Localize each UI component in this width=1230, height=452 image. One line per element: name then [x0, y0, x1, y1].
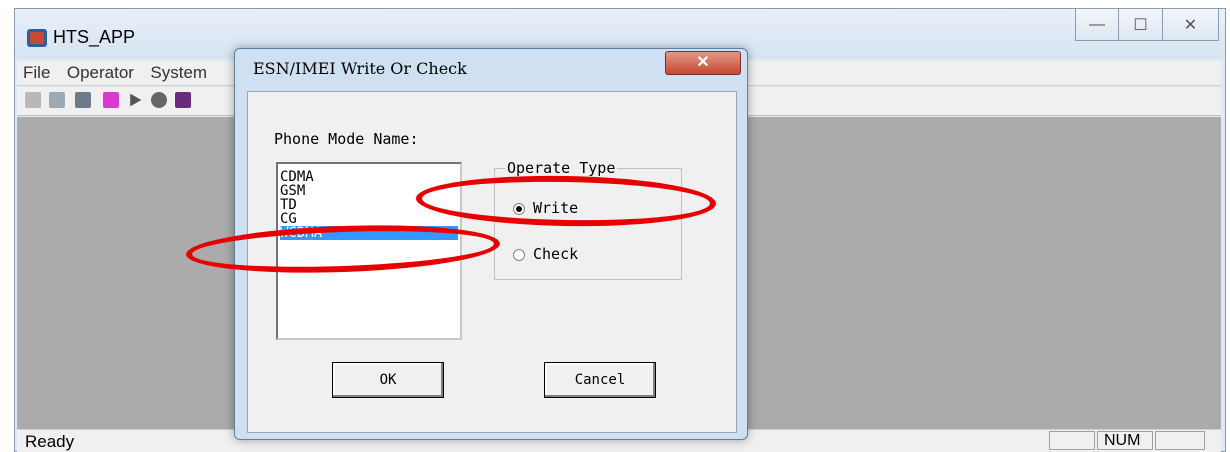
maximize-button[interactable]: ☐ [1119, 9, 1163, 41]
list-item-td[interactable]: TD [280, 198, 297, 212]
status-cell-empty-2 [1155, 431, 1205, 450]
list-item-cg[interactable]: CG [280, 212, 297, 224]
ok-button[interactable]: OK [332, 362, 444, 398]
status-cell-empty [1049, 431, 1095, 450]
save-icon[interactable] [75, 92, 91, 108]
app-title: HTS_APP [53, 27, 136, 47]
status-text: Ready [25, 432, 75, 451]
operate-type-title: Operate Type [505, 159, 618, 177]
list-item-gsm[interactable]: GSM [280, 184, 305, 198]
record-icon[interactable] [151, 92, 167, 108]
check-radio-label[interactable]: Check [533, 245, 578, 263]
menu-system[interactable]: System [144, 61, 213, 85]
status-num: NUM [1097, 431, 1153, 450]
dialog-title: ESN/IMEI Write Or Check [253, 59, 467, 78]
check-radio[interactable] [513, 249, 525, 261]
list-item-cdma[interactable]: CDMA [280, 170, 314, 184]
app-logo-icon [27, 29, 47, 47]
menu-file[interactable]: File [17, 61, 56, 85]
cancel-button[interactable]: Cancel [544, 362, 656, 398]
properties-icon[interactable] [49, 92, 65, 108]
open-folder-icon[interactable] [25, 92, 41, 108]
window-controls: — ☐ ✕ [1075, 9, 1219, 41]
menu-operator[interactable]: Operator [61, 61, 140, 85]
connect-icon[interactable] [103, 92, 119, 108]
play-icon[interactable] [130, 93, 142, 107]
phone-mode-label: Phone Mode Name: [274, 130, 419, 148]
dialog-close-icon[interactable]: ✕ [665, 51, 741, 75]
close-window-button[interactable]: ✕ [1163, 9, 1219, 41]
minimize-button[interactable]: — [1075, 9, 1119, 41]
toolbar-extra-icon[interactable] [175, 92, 191, 108]
